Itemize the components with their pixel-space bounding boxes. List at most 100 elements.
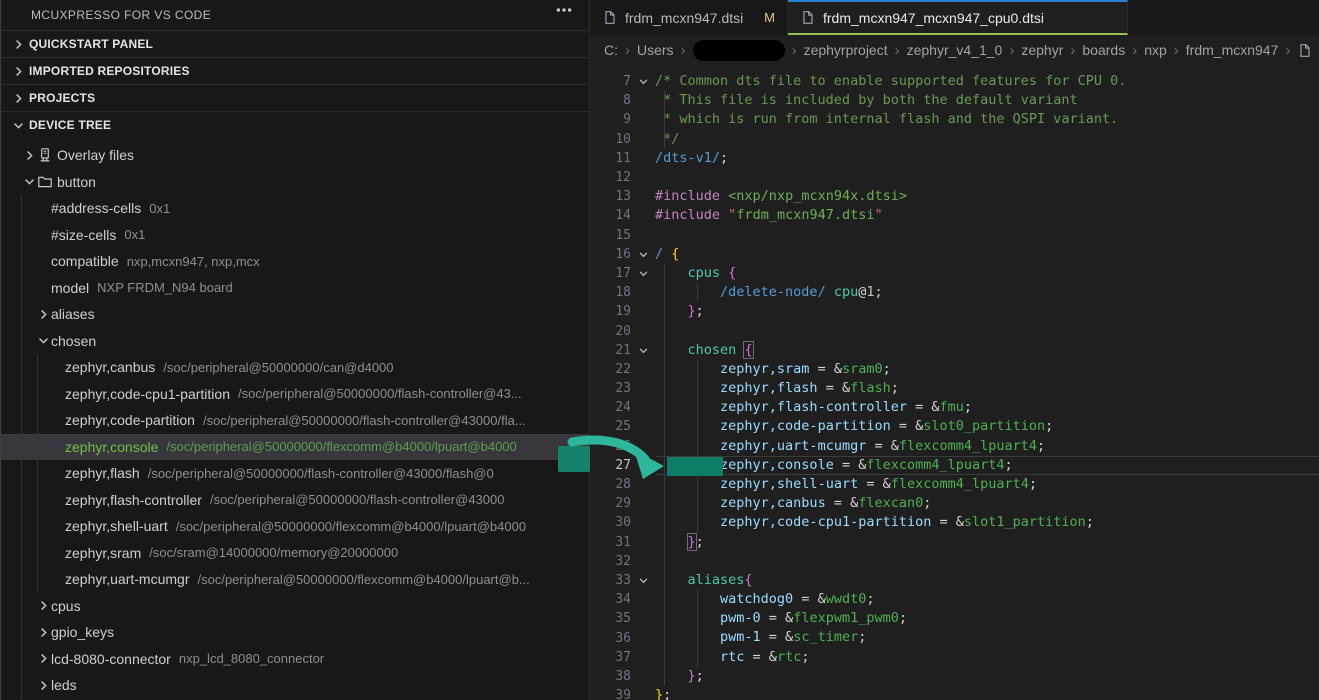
line-number[interactable]: 26	[590, 439, 631, 454]
line-number[interactable]: 38	[590, 669, 631, 684]
line-number[interactable]: 10	[590, 132, 631, 147]
tab-frdm-mcxn947-dtsi[interactable]: frdm_mcxn947.dtsiM	[590, 0, 788, 35]
fold-chevron-icon[interactable]	[631, 248, 655, 261]
line-number[interactable]: 32	[590, 554, 631, 569]
code-text[interactable]: /delete-node/ cpu@1;	[655, 283, 883, 302]
code-line-10[interactable]: 10 */	[590, 130, 1319, 149]
code-line-13[interactable]: 13#include <nxp/nxp_mcxn94x.dtsi>	[590, 187, 1319, 206]
code-line-14[interactable]: 14 #include "frdm_mcxn947.dtsi"	[590, 206, 1319, 225]
tree-item-aliases[interactable]: aliases	[1, 301, 589, 328]
code-text[interactable]: #include "frdm_mcxn947.dtsi"	[655, 206, 883, 225]
code-text[interactable]: /dts-v1/;	[655, 149, 728, 168]
line-number[interactable]: 17	[590, 266, 631, 281]
code-line-19[interactable]: 19 };	[590, 302, 1319, 321]
chevron-down-icon[interactable]	[21, 174, 37, 190]
line-number[interactable]: 22	[590, 362, 631, 377]
code-line-20[interactable]: 20	[590, 321, 1319, 340]
chevron-right-icon[interactable]	[35, 306, 51, 322]
breadcrumb-item-nxp[interactable]: nxp	[1144, 42, 1167, 58]
line-number[interactable]: 14	[590, 208, 631, 223]
code-text[interactable]: aliases{	[655, 571, 753, 590]
code-line-25[interactable]: 25 zephyr,code-partition = &slot0_partit…	[590, 417, 1319, 436]
code-text[interactable]: pwm-1 = &sc_timer;	[655, 628, 866, 647]
chevron-down-icon[interactable]	[35, 333, 51, 349]
breadcrumb-item-zephyr[interactable]: zephyr	[1021, 42, 1063, 58]
fold-chevron-icon[interactable]	[631, 75, 655, 88]
code-text[interactable]: * which is run from internal flash and t…	[655, 110, 1118, 129]
code-line-7[interactable]: 7/* Common dts file to enable supported …	[590, 72, 1319, 91]
chevron-right-icon[interactable]	[21, 147, 37, 163]
code-text[interactable]: zephyr,shell-uart = &flexcomm4_lpuart4;	[655, 475, 1037, 494]
code-line-27[interactable]: 27 zephyr,console = &flexcomm4_lpuart4;	[590, 456, 1319, 475]
code-line-36[interactable]: 36 pwm-1 = &sc_timer;	[590, 628, 1319, 647]
code-text[interactable]: zephyr,canbus = &flexcan0;	[655, 494, 931, 513]
code-line-30[interactable]: 30 zephyr,code-cpu1-partition = &slot1_p…	[590, 513, 1319, 532]
line-number[interactable]: 12	[590, 170, 631, 185]
code-text[interactable]: chosen {	[655, 341, 753, 360]
code-text[interactable]: zephyr,sram = &sram0;	[655, 360, 891, 379]
tree-item-leds[interactable]: leds	[1, 672, 589, 699]
tree-item-overlay-files[interactable]: Overlay files	[1, 142, 589, 169]
line-number[interactable]: 11	[590, 151, 631, 166]
line-number[interactable]: 7	[590, 74, 631, 89]
code-text[interactable]: };	[655, 533, 704, 552]
line-number[interactable]: 33	[590, 573, 631, 588]
line-number[interactable]: 18	[590, 285, 631, 300]
tree-item-model[interactable]: modelNXP FRDM_N94 board	[1, 275, 589, 302]
line-number[interactable]: 20	[590, 324, 631, 339]
tree-item--address-cells[interactable]: #address-cells0x1	[1, 195, 589, 222]
code-line-9[interactable]: 9 * which is run from internal flash and…	[590, 110, 1319, 129]
tab-frdm-mcxn947-mcxn947-cpu0-dtsi[interactable]: frdm_mcxn947_mcxn947_cpu0.dtsi	[788, 0, 1128, 35]
code-text[interactable]: * This file is included by both the defa…	[655, 91, 1078, 110]
code-line-21[interactable]: 21 chosen {	[590, 341, 1319, 360]
tree-item-zephyr-canbus[interactable]: zephyr,canbus/soc/peripheral@50000000/ca…	[1, 354, 589, 381]
chevron-right-icon[interactable]	[35, 677, 51, 693]
code-line-26[interactable]: 26 zephyr,uart-mcumgr = &flexcomm4_lpuar…	[590, 437, 1319, 456]
code-editor[interactable]: 7/* Common dts file to enable supported …	[590, 65, 1319, 700]
code-line-28[interactable]: 28 zephyr,shell-uart = &flexcomm4_lpuart…	[590, 475, 1319, 494]
breadcrumb-item-c-[interactable]: C:	[604, 42, 618, 58]
line-number[interactable]: 29	[590, 496, 631, 511]
section-header-imported-repositories[interactable]: IMPORTED REPOSITORIES	[1, 57, 589, 84]
line-number[interactable]: 24	[590, 400, 631, 415]
tree-item-zephyr-uart-mcumgr[interactable]: zephyr,uart-mcumgr/soc/peripheral@500000…	[1, 566, 589, 593]
code-line-37[interactable]: 37 rtc = &rtc;	[590, 648, 1319, 667]
breadcrumb-item-users[interactable]: Users	[637, 42, 674, 58]
code-text[interactable]: / {	[655, 245, 679, 264]
tree-item-zephyr-code-cpu1-partition[interactable]: zephyr,code-cpu1-partition/soc/periphera…	[1, 381, 589, 408]
tree-item-zephyr-sram[interactable]: zephyr,sram/soc/sram@14000000/memory@200…	[1, 540, 589, 567]
code-text[interactable]: zephyr,console = &flexcomm4_lpuart4;	[655, 456, 1013, 475]
code-text[interactable]: */	[655, 130, 679, 149]
chevron-right-icon[interactable]	[9, 36, 27, 52]
chevron-right-icon[interactable]	[9, 63, 27, 79]
code-text[interactable]: };	[655, 667, 704, 686]
line-number[interactable]: 25	[590, 419, 631, 434]
code-text[interactable]: #include <nxp/nxp_mcxn94x.dtsi>	[655, 187, 907, 206]
line-number[interactable]: 37	[590, 650, 631, 665]
code-line-17[interactable]: 17 cpus {	[590, 264, 1319, 283]
line-number[interactable]: 35	[590, 611, 631, 626]
code-text[interactable]: pwm-0 = &flexpwm1_pwm0;	[655, 609, 907, 628]
code-line-11[interactable]: 11/dts-v1/;	[590, 149, 1319, 168]
tree-item-zephyr-code-partition[interactable]: zephyr,code-partition/soc/peripheral@500…	[1, 407, 589, 434]
more-actions-icon[interactable]	[555, 1, 573, 22]
code-text[interactable]: zephyr,code-cpu1-partition = &slot1_part…	[655, 513, 1094, 532]
code-line-16[interactable]: 16/ {	[590, 245, 1319, 264]
tree-item-chosen[interactable]: chosen	[1, 328, 589, 355]
code-text[interactable]: cpus {	[655, 264, 736, 283]
code-line-8[interactable]: 8 * This file is included by both the de…	[590, 91, 1319, 110]
code-text[interactable]: zephyr,uart-mcumgr = &flexcomm4_lpuart4;	[655, 437, 1045, 456]
chevron-right-icon[interactable]	[35, 598, 51, 614]
tree-item-lcd-8080-connector[interactable]: lcd-8080-connectornxp_lcd_8080_connector	[1, 646, 589, 673]
line-number[interactable]: 30	[590, 515, 631, 530]
line-number[interactable]: 31	[590, 535, 631, 550]
code-text[interactable]: watchdog0 = &wwdt0;	[655, 590, 874, 609]
section-header-quickstart-panel[interactable]: QUICKSTART PANEL	[1, 30, 589, 57]
code-line-33[interactable]: 33 aliases{	[590, 571, 1319, 590]
line-number[interactable]: 36	[590, 631, 631, 646]
line-number[interactable]: 19	[590, 304, 631, 319]
line-number[interactable]: 9	[590, 112, 631, 127]
breadcrumb-item-zephyrproject[interactable]: zephyrproject	[804, 42, 888, 58]
code-line-34[interactable]: 34 watchdog0 = &wwdt0;	[590, 590, 1319, 609]
code-text[interactable]: };	[655, 302, 704, 321]
